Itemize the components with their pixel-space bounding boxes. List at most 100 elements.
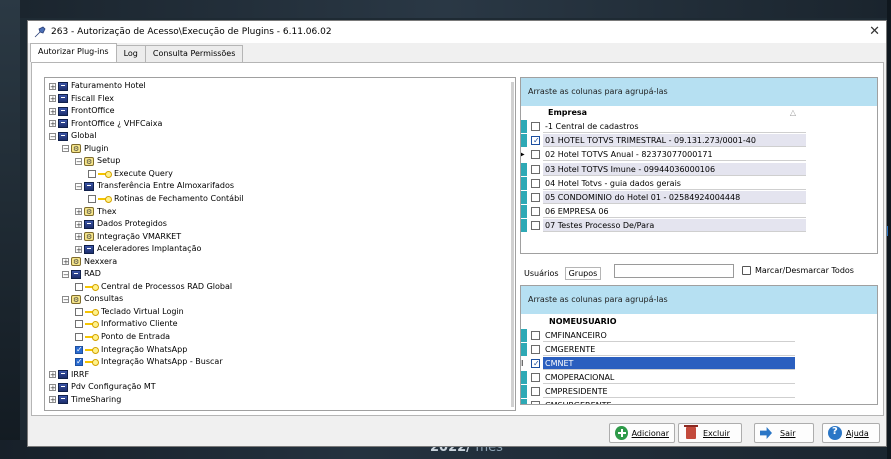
empresa-row[interactable]: 07 Testes Processo De/Para — [521, 219, 806, 233]
expand-icon[interactable]: + — [75, 220, 82, 228]
mark-all-checkbox[interactable] — [742, 266, 751, 275]
empresa-row[interactable]: 06 EMPRESA 06 — [521, 205, 806, 219]
delete-button[interactable]: Excluir — [678, 423, 742, 443]
usuario-checkbox[interactable] — [531, 373, 540, 382]
plugin-tree[interactable]: + Faturamento Hotel + Fiscall Flex + FrontOff… — [44, 77, 516, 411]
help-button[interactable]: Ajuda — [822, 423, 880, 443]
collapse-icon[interactable]: − — [62, 295, 69, 303]
empresa-row[interactable]: 03 Hotel TOTVS Imune - 09944036000106 — [521, 162, 806, 176]
tree-node[interactable]: + Thex — [75, 206, 116, 218]
exit-button[interactable]: Sair — [754, 423, 814, 443]
tree-node[interactable]: + Integração VMARKET — [75, 231, 181, 243]
tree-node[interactable]: Informativo Cliente — [75, 318, 178, 330]
user-search-input[interactable] — [614, 264, 734, 278]
empresa-column-header[interactable]: Empresa △ — [548, 107, 798, 119]
usuario-checkbox[interactable] — [531, 345, 540, 354]
tree-node[interactable]: + IRRF — [49, 369, 89, 381]
expand-icon[interactable]: + — [49, 371, 56, 379]
tab-usuarios[interactable]: Usuários — [520, 267, 563, 280]
empresa-checkbox[interactable] — [531, 178, 540, 188]
usuario-row[interactable]: I CMNET — [521, 357, 795, 370]
expand-icon[interactable]: + — [75, 245, 82, 253]
empresa-group-panel[interactable]: Arraste as colunas para agrupá-las — [521, 78, 877, 106]
usuario-checkbox[interactable] — [531, 331, 540, 340]
empresa-checkbox[interactable] — [531, 193, 540, 202]
tree-scrollbar[interactable] — [511, 82, 514, 407]
empresa-row[interactable]: 04 Hotel Totvs - guia dados gerais — [521, 176, 806, 190]
tree-checkbox[interactable] — [75, 344, 83, 356]
collapse-icon[interactable]: − — [62, 270, 69, 278]
tree-node[interactable]: − Setup — [75, 155, 120, 168]
tab-autorizar-plugins[interactable]: Autorizar Plug-ins — [30, 43, 117, 62]
empresa-row[interactable]: -1 Central de cadastros — [521, 120, 806, 133]
usuario-row[interactable]: CMOPERACIONAL — [521, 371, 795, 384]
usuario-row[interactable]: CMGERENTE — [521, 343, 795, 356]
usuario-row[interactable]: CMPRESIDENTE — [521, 385, 795, 398]
tree-checkbox[interactable] — [88, 169, 96, 178]
empresa-row[interactable]: 05 CONDOMINIO do Hotel 01 - 025849240044… — [521, 191, 806, 204]
usuario-row[interactable]: CMFINANCEIRO — [521, 329, 795, 342]
mark-all-toggle[interactable]: Marcar/Desmarcar Todos — [742, 266, 854, 275]
tree-node[interactable]: Execute Query — [88, 168, 173, 180]
usuario-row[interactable]: CMSUBGERENTE — [521, 399, 795, 404]
collapse-icon[interactable]: − — [49, 132, 56, 140]
expand-icon[interactable]: + — [75, 233, 82, 241]
tab-consulta-permissoes[interactable]: Consulta Permissões — [144, 45, 244, 62]
tree-node[interactable]: Integração WhatsApp — [75, 344, 187, 356]
tree-node[interactable]: − Global — [49, 130, 97, 142]
tab-grupos[interactable]: Grupos — [564, 267, 602, 280]
empresa-row[interactable]: 02 Hotel TOTVS Anual - 82373077000171 — [521, 148, 806, 162]
tree-node[interactable]: Teclado Virtual Login — [75, 306, 184, 318]
tree-node[interactable]: Integração WhatsApp - Buscar — [75, 356, 223, 368]
expand-icon[interactable]: + — [49, 82, 56, 90]
tree-node[interactable]: − Consultas — [62, 293, 123, 306]
empresa-checkbox[interactable] — [531, 221, 540, 231]
usuario-checkbox[interactable] — [531, 387, 540, 396]
empresa-grid[interactable]: Arraste as colunas para agrupá-las Empre… — [520, 77, 878, 254]
usuario-group-panel[interactable]: Arraste as colunas para agrupá-las — [521, 286, 877, 314]
empresa-row[interactable]: 01 HOTEL TOTVS TRIMESTRAL - 09.131.273/0… — [521, 134, 806, 148]
expand-icon[interactable]: + — [49, 107, 56, 115]
expand-icon[interactable]: + — [49, 95, 56, 103]
close-icon[interactable]: ✕ — [869, 24, 880, 39]
collapse-icon[interactable]: − — [62, 145, 69, 153]
tree-checkbox[interactable] — [88, 194, 96, 203]
tree-node[interactable]: + Aceleradores Implantação — [75, 243, 201, 255]
collapse-icon[interactable]: − — [75, 182, 82, 190]
tree-node[interactable]: Ponto de Entrada — [75, 331, 170, 343]
tree-node[interactable]: − RAD — [62, 268, 101, 280]
tree-checkbox[interactable] — [75, 320, 83, 329]
expand-icon[interactable]: + — [75, 208, 82, 216]
empresa-checkbox[interactable] — [531, 134, 540, 147]
tree-node[interactable]: + FrontOffice ¿ VHFCaixa — [49, 118, 162, 130]
tree-node[interactable]: + Fiscall Flex — [49, 93, 114, 105]
expand-icon[interactable]: + — [49, 383, 56, 391]
tree-checkbox[interactable] — [75, 333, 83, 341]
usuario-checkbox[interactable] — [531, 357, 540, 370]
tree-node[interactable]: + Faturamento Hotel — [49, 80, 146, 92]
expand-icon[interactable]: + — [62, 258, 69, 266]
tree-node[interactable]: − Transferência Entre Almoxarifados — [75, 180, 234, 192]
tree-node[interactable]: − Plugin — [62, 143, 109, 155]
tree-node[interactable]: + Dados Protegidos — [75, 218, 167, 230]
empresa-checkbox[interactable] — [531, 164, 540, 174]
usuario-grid[interactable]: Arraste as colunas para agrupá-las NOMEU… — [520, 285, 878, 405]
tree-node[interactable]: + Pdv Configuração MT — [49, 381, 156, 393]
tree-checkbox[interactable] — [75, 356, 83, 368]
usuario-column-header[interactable]: NOMEUSUARIO — [549, 316, 799, 328]
add-button[interactable]: Adicionar — [609, 423, 675, 443]
tree-node[interactable]: + TimeSharing — [49, 394, 121, 406]
tree-checkbox[interactable] — [75, 307, 83, 316]
tree-checkbox[interactable] — [75, 282, 83, 291]
tree-node[interactable]: + FrontOffice — [49, 105, 115, 117]
usuario-checkbox[interactable] — [531, 401, 540, 404]
tree-node[interactable]: Central de Processos RAD Global — [75, 281, 232, 293]
tree-node[interactable]: Rotinas de Fechamento Contábil — [88, 193, 244, 205]
expand-icon[interactable]: + — [49, 120, 56, 128]
empresa-checkbox[interactable] — [531, 150, 540, 160]
empresa-checkbox[interactable] — [531, 207, 540, 217]
expand-icon[interactable]: + — [49, 396, 56, 404]
tab-log[interactable]: Log — [115, 45, 146, 62]
tree-node[interactable]: + Nexxera — [62, 256, 117, 268]
empresa-checkbox[interactable] — [531, 122, 540, 131]
